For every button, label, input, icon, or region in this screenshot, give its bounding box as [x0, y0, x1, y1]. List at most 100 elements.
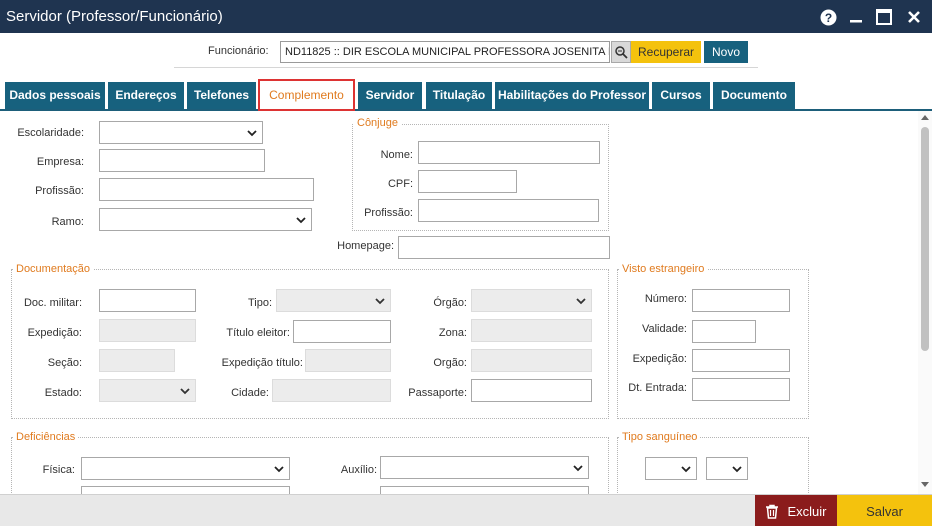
cidade-label: Cidade:: [231, 387, 269, 399]
chevron-down-icon: [247, 130, 257, 137]
chevron-down-icon: [681, 466, 691, 473]
tab-enderecos[interactable]: Endereços: [108, 82, 184, 109]
tipo-sanguineo-select[interactable]: [645, 457, 697, 480]
titulo-eleitor-input[interactable]: [293, 320, 391, 343]
chevron-down-icon: [732, 466, 742, 473]
tab-bar: Dados pessoais Endereços Telefones Compl…: [0, 79, 932, 111]
conjuge-legend: Cônjuge: [354, 117, 401, 129]
visto-legend: Visto estrangeiro: [619, 263, 708, 275]
orgao2-input[interactable]: [471, 349, 592, 372]
conjuge-profissao-label: Profissão:: [364, 207, 413, 219]
ramo-select[interactable]: [99, 208, 312, 231]
chevron-down-icon: [573, 465, 583, 472]
funcionario-bar: Funcionário: ND11825 :: DIR ESCOLA MUNIC…: [174, 38, 758, 68]
orgao-select[interactable]: [471, 289, 592, 312]
deficiencia-row2-input[interactable]: [81, 486, 290, 494]
conjuge-cpf-input[interactable]: [418, 170, 517, 193]
close-icon[interactable]: [904, 7, 924, 27]
tab-cursos[interactable]: Cursos: [652, 82, 710, 109]
fator-rh-select[interactable]: [706, 457, 748, 480]
novo-button[interactable]: Novo: [704, 41, 748, 63]
doc-militar-label: Doc. militar:: [23, 297, 82, 309]
recuperar-button[interactable]: Recuperar: [631, 41, 701, 63]
orgao-label: Órgão:: [433, 297, 467, 309]
visto-validade-label: Validade:: [641, 323, 687, 335]
conjuge-profissao-input[interactable]: [418, 199, 599, 222]
homepage-label: Homepage:: [337, 240, 394, 252]
funcionario-field[interactable]: ND11825 :: DIR ESCOLA MUNICIPAL PROFESSO…: [280, 41, 610, 63]
chevron-down-icon: [274, 466, 284, 473]
scroll-down-icon[interactable]: [920, 481, 930, 489]
auxilio-select[interactable]: [380, 456, 589, 479]
zona-label: Zona:: [438, 327, 467, 339]
minimize-icon[interactable]: [846, 7, 866, 27]
zona-input[interactable]: [471, 319, 592, 342]
escolaridade-label: Escolaridade:: [17, 127, 84, 139]
empresa-input[interactable]: [99, 149, 265, 172]
tab-dados-pessoais[interactable]: Dados pessoais: [5, 82, 105, 109]
secao-label: Seção:: [47, 357, 82, 369]
conjuge-nome-input[interactable]: [418, 141, 600, 164]
doc-militar-input[interactable]: [99, 289, 196, 312]
expedicao-input[interactable]: [99, 319, 196, 342]
estado-label: Estado:: [44, 387, 82, 399]
passaporte-label: Passaporte:: [408, 387, 467, 399]
visto-numero-label: Número:: [644, 293, 687, 305]
excluir-label: Excluir: [787, 503, 827, 519]
auxilio-row2-input[interactable]: [380, 486, 589, 494]
cidade-input[interactable]: [272, 379, 391, 402]
footer-bar: Excluir Salvar: [0, 494, 932, 526]
search-icon[interactable]: [611, 41, 631, 63]
tab-documento[interactable]: Documento: [713, 82, 795, 109]
documentacao-legend: Documentação: [13, 263, 93, 275]
titulo-eleitor-label: Título eleitor:: [226, 327, 290, 339]
tab-telefones[interactable]: Telefones: [187, 82, 256, 109]
visto-dt-entrada-label: Dt. Entrada:: [628, 382, 687, 394]
funcionario-label: Funcionário:: [208, 45, 269, 57]
chevron-down-icon: [576, 298, 586, 305]
excluir-button[interactable]: Excluir: [755, 495, 837, 526]
conjuge-nome-label: Nome:: [380, 149, 413, 161]
chevron-down-icon: [296, 217, 306, 224]
tab-complemento[interactable]: Complemento: [258, 79, 355, 111]
visto-expedicao-label: Expedição:: [632, 353, 687, 365]
escolaridade-select[interactable]: [99, 121, 263, 144]
fisica-select[interactable]: [81, 457, 290, 480]
profissao-input[interactable]: [99, 178, 314, 201]
empresa-label: Empresa:: [36, 156, 84, 168]
visto-numero-input[interactable]: [692, 289, 790, 312]
tab-titulacao[interactable]: Titulação: [426, 82, 492, 109]
chevron-down-icon: [180, 388, 190, 395]
scrollbar-thumb[interactable]: [921, 127, 929, 351]
visto-dt-entrada-input[interactable]: [692, 378, 790, 401]
maximize-icon[interactable]: [874, 7, 894, 27]
orgao2-label: Orgão:: [433, 357, 467, 369]
window-titlebar: Servidor (Professor/Funcionário) ?: [0, 0, 932, 33]
homepage-input[interactable]: [398, 236, 610, 259]
expedicao-label: Expedição:: [27, 327, 82, 339]
expedicao-titulo-input[interactable]: [305, 349, 391, 372]
help-icon[interactable]: ?: [818, 7, 838, 27]
expedicao-titulo-label: Expedição título:: [221, 357, 303, 369]
window-title: Servidor (Professor/Funcionário): [6, 8, 223, 25]
visto-expedicao-input[interactable]: [692, 349, 790, 372]
profissao-label: Profissão:: [35, 185, 84, 197]
trash-icon: [766, 504, 779, 519]
visto-validade-input[interactable]: [692, 320, 756, 343]
tipo-label: Tipo:: [247, 297, 272, 309]
salvar-button[interactable]: Salvar: [837, 495, 932, 526]
tipo-select[interactable]: [276, 289, 391, 312]
passaporte-input[interactable]: [471, 379, 592, 402]
deficiencias-legend: Deficiências: [13, 431, 79, 443]
complemento-panel: Escolaridade: Empresa: Profissão: Ramo: …: [0, 111, 918, 494]
auxilio-label: Auxílio:: [340, 464, 377, 476]
scroll-up-icon[interactable]: [920, 113, 930, 121]
estado-select[interactable]: [99, 379, 196, 402]
tab-servidor[interactable]: Servidor: [358, 82, 422, 109]
fisica-label: Física:: [42, 464, 75, 476]
ramo-label: Ramo:: [51, 216, 84, 228]
vertical-scrollbar[interactable]: [918, 111, 932, 494]
tipo-sanguineo-legend: Tipo sanguíneo: [619, 431, 701, 443]
tab-habilitacoes-professor[interactable]: Habilitações do Professor: [495, 82, 649, 109]
secao-input[interactable]: [99, 349, 175, 372]
